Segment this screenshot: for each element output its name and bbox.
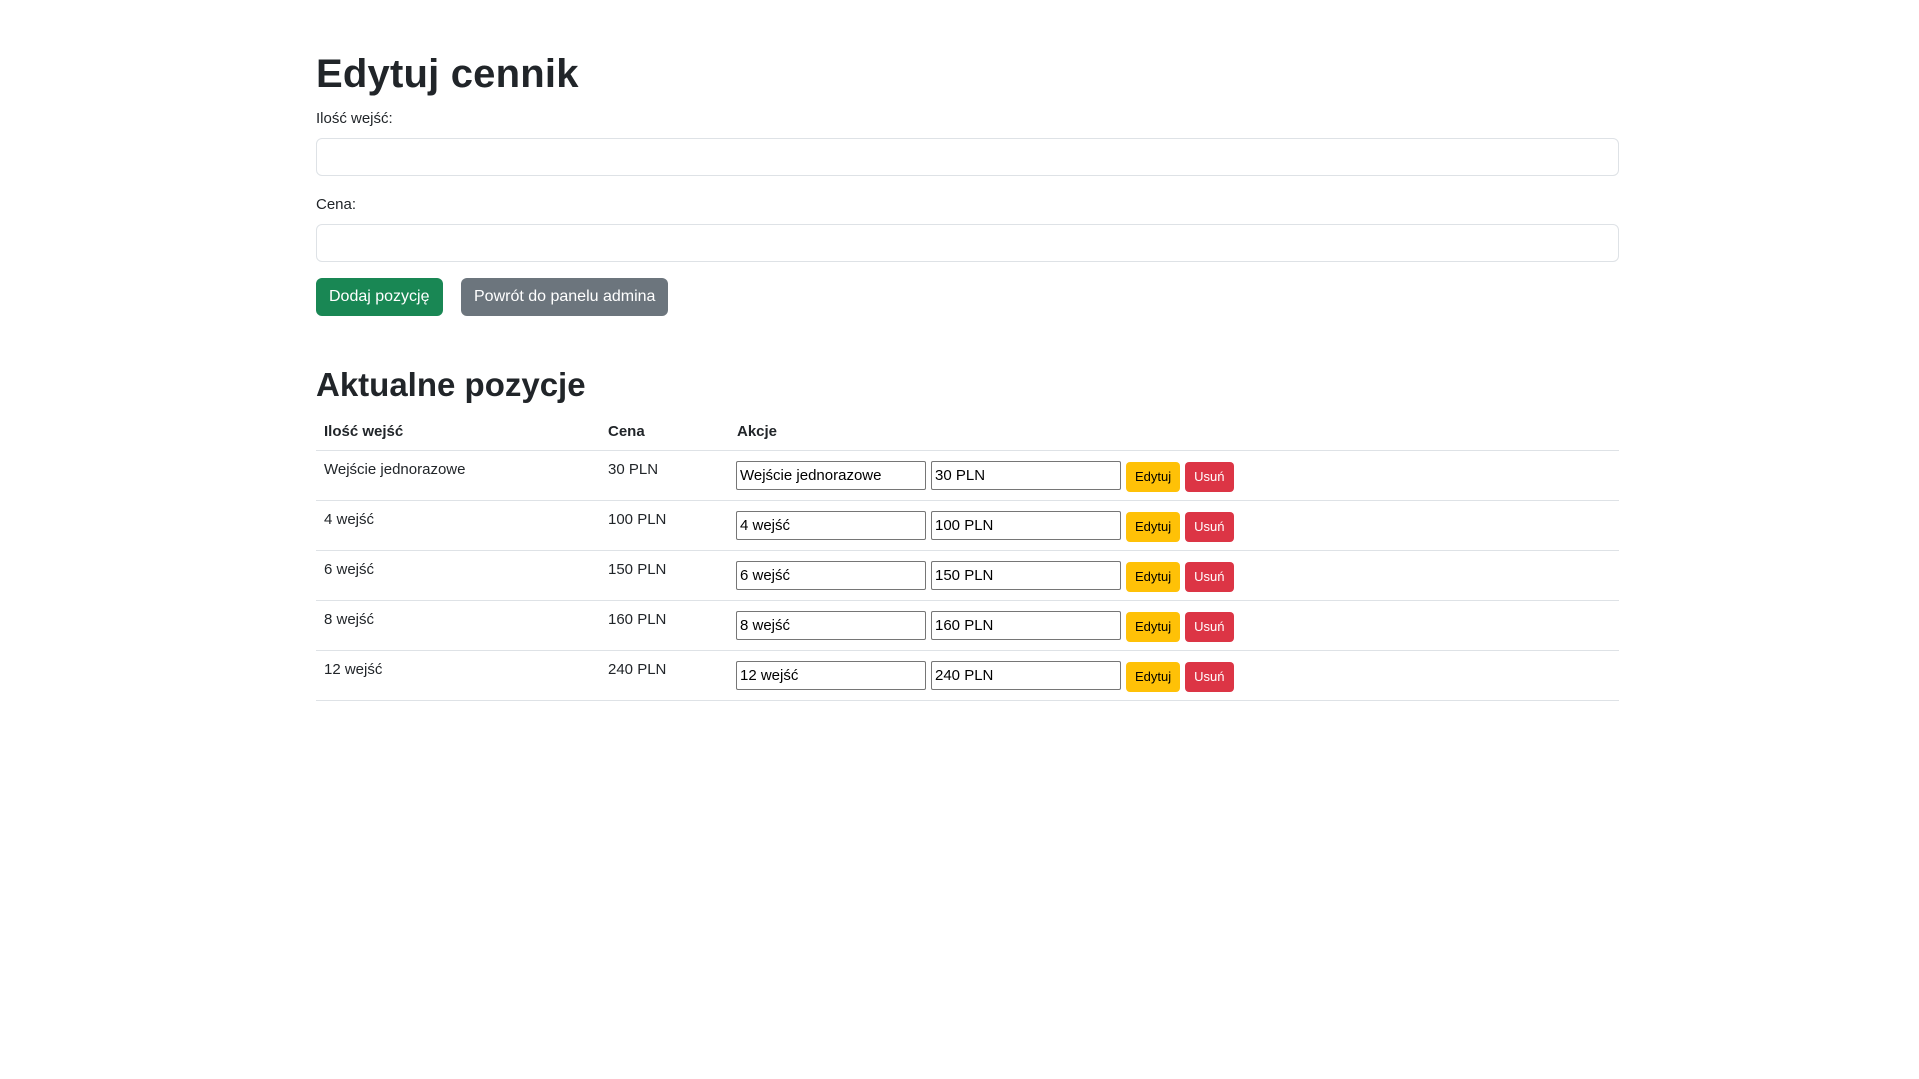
edit-button[interactable]: Edytuj xyxy=(1126,511,1181,542)
edit-button[interactable]: Edytuj xyxy=(1126,611,1181,642)
row-price: 160 PLN xyxy=(600,600,729,651)
row-entries: 12 wejść xyxy=(316,650,600,701)
row-actions: Edytuj Usuń xyxy=(729,550,1619,601)
add-position-button[interactable]: Dodaj pozycję xyxy=(316,278,443,316)
price-label: Cena: xyxy=(316,196,357,213)
edit-button[interactable]: Edytuj xyxy=(1126,461,1181,492)
table-row: Wejście jednorazowe 30 PLN Edytuj Usuń xyxy=(316,450,1619,501)
edit-entries-input[interactable] xyxy=(736,561,926,590)
row-price: 100 PLN xyxy=(600,500,729,551)
row-actions: Edytuj Usuń xyxy=(729,450,1619,501)
edit-entries-input[interactable] xyxy=(736,611,926,640)
edit-price-input[interactable] xyxy=(931,461,1121,490)
table-row: 4 wejść 100 PLN Edytuj Usuń xyxy=(316,500,1619,551)
row-entries: 8 wejść xyxy=(316,600,600,651)
row-entries: Wejście jednorazowe xyxy=(316,450,600,501)
delete-button[interactable]: Usuń xyxy=(1185,611,1234,642)
table-row: 8 wejść 160 PLN Edytuj Usuń xyxy=(316,600,1619,651)
price-input[interactable] xyxy=(316,224,1619,262)
row-actions: Edytuj Usuń xyxy=(729,650,1619,701)
row-actions: Edytuj Usuń xyxy=(729,500,1619,551)
back-to-admin-button[interactable]: Powrót do panelu admina xyxy=(461,278,669,316)
delete-button[interactable]: Usuń xyxy=(1185,461,1234,492)
table-row: 6 wejść 150 PLN Edytuj Usuń xyxy=(316,550,1619,601)
edit-price-input[interactable] xyxy=(931,661,1121,690)
current-positions-title: Aktualne pozycje xyxy=(316,366,586,403)
row-entries: 6 wejść xyxy=(316,550,600,601)
header-actions: Akcje xyxy=(729,412,1619,451)
row-price: 150 PLN xyxy=(600,550,729,601)
row-entries: 4 wejść xyxy=(316,500,600,551)
edit-button[interactable]: Edytuj xyxy=(1126,561,1181,592)
edit-price-input[interactable] xyxy=(931,561,1121,590)
edit-button[interactable]: Edytuj xyxy=(1126,661,1181,692)
edit-entries-input[interactable] xyxy=(736,511,926,540)
edit-entries-input[interactable] xyxy=(736,461,926,490)
row-price: 30 PLN xyxy=(600,450,729,501)
edit-entries-input[interactable] xyxy=(736,661,926,690)
delete-button[interactable]: Usuń xyxy=(1185,661,1234,692)
delete-button[interactable]: Usuń xyxy=(1185,561,1234,592)
table-header-row: Ilość wejść Cena Akcje xyxy=(316,412,1619,451)
header-entries: Ilość wejść xyxy=(316,412,600,451)
table-row: 12 wejść 240 PLN Edytuj Usuń xyxy=(316,650,1619,701)
edit-price-input[interactable] xyxy=(931,511,1121,540)
entries-label: Ilość wejść: xyxy=(316,110,393,127)
price-table: Ilość wejść Cena Akcje Wejście jednorazo… xyxy=(316,412,1619,701)
row-price: 240 PLN xyxy=(600,650,729,701)
page-title: Edytuj cennik xyxy=(316,52,579,96)
row-actions: Edytuj Usuń xyxy=(729,600,1619,651)
delete-button[interactable]: Usuń xyxy=(1185,511,1234,542)
header-price: Cena xyxy=(600,412,729,451)
entries-input[interactable] xyxy=(316,138,1619,176)
edit-price-input[interactable] xyxy=(931,611,1121,640)
